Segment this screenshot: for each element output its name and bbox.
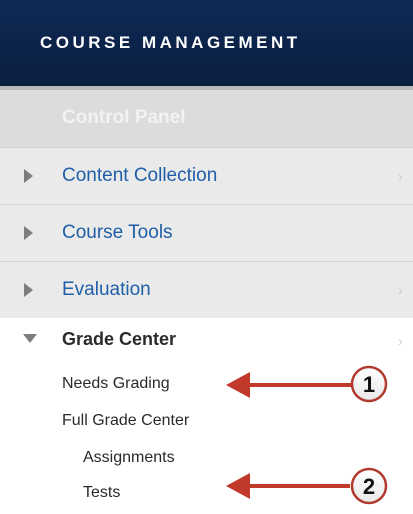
arrow-left-icon: [226, 473, 350, 499]
callout-2-number: 2: [363, 474, 375, 499]
callout-annotations: 1 2: [226, 365, 388, 505]
callout-1-number: 1: [363, 372, 375, 397]
arrow-left-icon: [226, 372, 352, 398]
